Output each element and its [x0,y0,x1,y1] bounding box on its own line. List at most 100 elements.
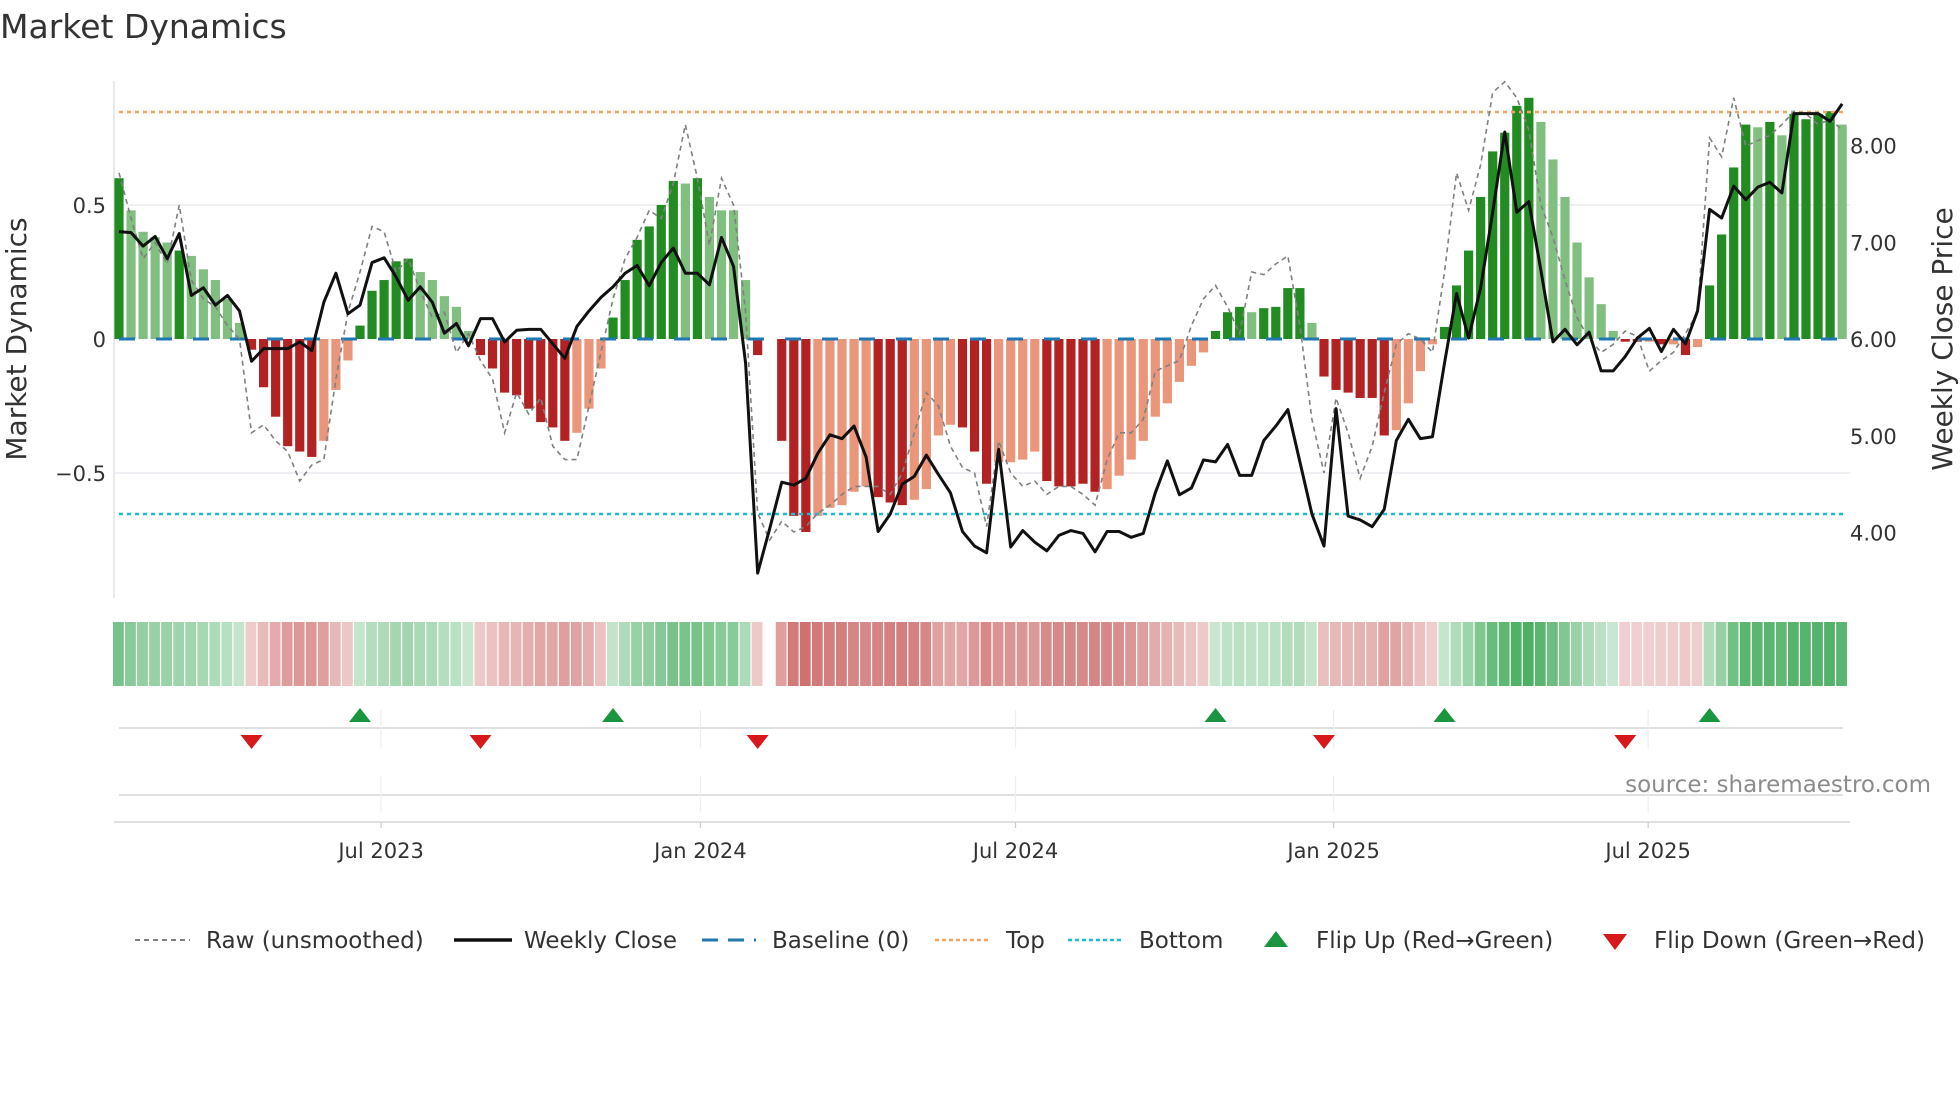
dynamics-bar [680,183,690,339]
dynamics-bar [789,339,799,516]
strip-cell [1004,622,1016,686]
dynamics-bar [608,317,618,339]
strip-cell [510,622,522,686]
dynamics-bar [524,339,534,409]
strip-cell [992,622,1004,686]
source-text: source: sharemaestro.com [1625,772,1931,798]
dynamics-bar [1355,339,1365,398]
strip-cell [1197,622,1209,686]
x-tick-label: Jul 2025 [1603,839,1690,863]
dynamics-bar [174,250,184,339]
strip-cell [643,622,654,686]
strip-cell [655,622,667,686]
strip-cell [619,622,630,686]
strip-cell [799,622,811,686]
strip-cell [848,622,859,686]
dynamics-bar [1572,242,1582,339]
dynamics-bar [295,339,305,452]
strip-cell [233,622,245,686]
chart-title: Market Dynamics [0,7,287,46]
strip-cell [137,622,148,686]
strip-cell [715,622,727,686]
dynamics-bar [1536,121,1546,339]
dynamics-bar [319,339,329,441]
dynamics-bar [1801,119,1811,340]
dynamics-bar [921,339,931,490]
strip-cell [269,622,281,686]
dynamics-bar [1078,339,1088,484]
strip-cell [305,622,317,686]
strip-cell [1040,622,1052,686]
dynamics-bar [283,339,293,447]
strip-cell [739,622,751,686]
dynamics-bar [1090,339,1100,492]
dynamics-bar [777,339,787,441]
dynamics-bar [1307,322,1317,339]
x-tick-label: Jul 2023 [336,839,423,863]
strip-cell [221,622,233,686]
dynamics-bar [271,339,281,417]
strip-cell [1414,622,1426,686]
strip-cell [1233,622,1245,686]
strip-cell [595,622,606,686]
y2-axis-label: Weekly Close Price [1926,207,1959,470]
dynamics-bar [331,339,341,390]
regime-strip [113,622,1847,686]
strip-cell [1245,622,1257,686]
dynamics-bar [1223,312,1233,339]
strip-cell [1787,622,1799,686]
strip-cell [582,622,594,686]
dynamics-bar [1488,151,1498,339]
y2-tick-label: 7.00 [1850,231,1897,255]
dynamics-bar [1837,124,1847,339]
strip-cell [197,622,209,686]
strip-cell [534,622,546,686]
strip-cell [402,622,413,686]
strip-cell [378,622,389,686]
strip-cell [956,622,968,686]
x-tick-label: Jan 2024 [652,839,747,863]
dynamics-bar [1042,339,1052,482]
flip-up-marker [602,708,625,722]
dynamics-bar [1331,339,1341,390]
dynamics-bar [801,339,811,532]
dynamics-bar [873,339,883,498]
dynamics-bar [307,339,317,457]
dynamics-bar [500,339,510,393]
dynamics-bar [1789,113,1799,339]
strip-cell [1318,622,1329,686]
dynamics-bar [933,339,943,436]
market-dynamics-chart: Market Dynamics 0.5 0 −0.5 8.00 7.00 6.00 5.00… [0,7,1959,954]
dynamics-bar [487,339,498,369]
dynamics-bar [1138,339,1148,441]
dynamics-bar [1343,339,1353,393]
dynamics-bar [1162,339,1172,404]
dynamics-bar [1379,339,1389,436]
legend-close-label: Weekly Close [524,928,677,954]
strip-cell [1089,622,1100,686]
dynamics-bar [1500,132,1510,339]
dynamics-bar [150,237,160,339]
strip-cell [1583,622,1594,686]
strip-cell [1534,622,1546,686]
dynamics-bar [1620,339,1630,342]
strip-cell [1209,622,1221,686]
strip-cell [1390,622,1402,686]
strip-cell [787,622,799,686]
strip-cell [1763,622,1775,686]
strip-cell [1812,622,1823,686]
legend-flip-up-label: Flip Up (Red→Green) [1316,928,1553,954]
dynamics-bar [1198,339,1209,353]
strip-cell [558,622,570,686]
strip-cell [1643,622,1655,686]
strip-cell [1354,622,1365,686]
strip-cell [920,622,932,686]
dynamics-bar [138,231,148,339]
legend-flip-up-icon [1264,931,1288,947]
dynamics-bar [548,339,558,428]
flip-up-marker [1204,708,1227,722]
dynamics-bar [716,210,727,339]
strip-cell [1450,622,1462,686]
strip-cell [1619,622,1631,686]
strip-cell [486,622,498,686]
